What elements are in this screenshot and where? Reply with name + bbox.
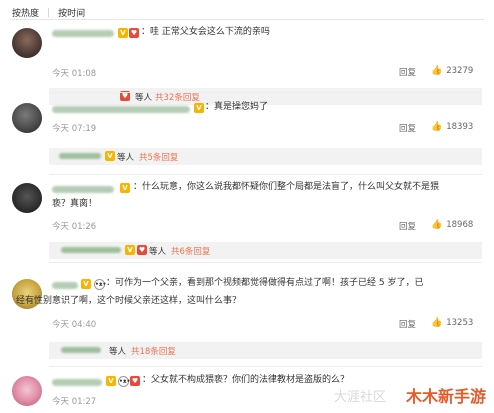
comment-divider: [49, 262, 482, 263]
reply-summary: V ♥ 等人 共6条回复: [49, 242, 482, 259]
reply-summary-etc: 等人: [149, 247, 167, 257]
watermark-logo: 木木新手游: [405, 387, 486, 406]
reply-button[interactable]: 回复: [399, 318, 416, 330]
comment-time: 今天 01:27: [52, 397, 97, 407]
like-count: 13253: [446, 318, 474, 328]
reply-button[interactable]: 回复: [399, 66, 416, 78]
tab-sort-by-time[interactable]: 按时间: [58, 6, 85, 19]
emoji-badge-icon: •ᴥ•: [118, 376, 131, 387]
vip-badge-icon: V: [120, 183, 130, 193]
reply-summary-etc: 等人: [117, 153, 135, 163]
level-badge-icon: ♥: [130, 376, 140, 386]
level-badge-icon: ♥: [129, 28, 139, 38]
comment-text-line1: ：可作为一个父亲，看到那个视频都觉得做得有点过了啊！孩子已经 5 岁了，已: [106, 278, 424, 288]
emoji-badge-icon: •ᴥ•: [94, 279, 107, 290]
username-blurred[interactable]: [52, 106, 190, 113]
comment-time: 今天 07:19: [52, 124, 97, 134]
reply-button[interactable]: 回复: [399, 122, 416, 134]
comment-divider: [49, 174, 482, 175]
thumbs-up-icon: 👍: [431, 220, 443, 230]
username-blurred[interactable]: [52, 30, 114, 37]
avatar[interactable]: [12, 103, 42, 133]
like-count: 18968: [446, 220, 474, 230]
comment-text: ：真是操您妈了: [205, 102, 269, 112]
comment-time: 今天 04:40: [52, 320, 97, 330]
vip-badge-icon: V: [105, 151, 115, 161]
thumbs-up-icon: 👍: [431, 66, 443, 76]
reply-summary-etc: 等人: [109, 347, 127, 357]
comment-text-line2: 亵？真脔！: [52, 199, 98, 209]
like-count: 23279: [446, 66, 474, 76]
tab-divider: |: [47, 7, 51, 18]
comment-time: 今天 01:26: [52, 222, 97, 232]
vip-badge-icon: V: [194, 103, 204, 113]
username-blurred[interactable]: [52, 282, 78, 289]
comment-4: V •ᴥ• ：可作为一个父亲，看到那个视频都觉得做得有点过了啊！孩子已经 5 岁…: [0, 265, 494, 360]
comment-text-line1: ：什么玩意，你这么说我都怀疑你们整个局都是法盲了，什么叫父女就不是猥: [133, 182, 440, 192]
vip-badge-icon: V: [106, 376, 116, 386]
username-blurred[interactable]: [52, 379, 102, 386]
like-button[interactable]: 👍 18393: [431, 122, 473, 132]
avatar[interactable]: [12, 28, 42, 58]
thumbs-up-icon: 👍: [431, 122, 443, 132]
comment-2: V ：真是操您妈了 今天 07:19 回复 👍 18393 V 等人 共5条回复: [0, 96, 494, 171]
header-divider: [10, 19, 484, 20]
comment-divider: [49, 92, 482, 93]
thumbs-up-icon: 👍: [431, 318, 443, 328]
avatar[interactable]: [12, 183, 42, 213]
avatar[interactable]: [12, 376, 42, 406]
like-button[interactable]: 👍 13253: [431, 318, 473, 328]
vip-badge-icon: V: [118, 28, 128, 38]
sort-tabs: 按热度 | 按时间: [12, 6, 85, 20]
tab-sort-by-hot[interactable]: 按热度: [12, 6, 39, 19]
watermark-faint: 大涯社区: [333, 390, 386, 405]
level-badge-icon: ♥: [137, 245, 147, 255]
replier-name-blurred[interactable]: [59, 153, 101, 159]
replier-name-blurred[interactable]: [61, 347, 101, 353]
username-blurred[interactable]: [52, 186, 114, 193]
comment-text: ：父女就不构成猥亵？你们的法律教材是盗版的么？: [142, 375, 350, 385]
like-button[interactable]: 👍 18968: [431, 220, 473, 230]
vip-badge-icon: V: [125, 245, 135, 255]
like-button[interactable]: 👍 23279: [431, 66, 473, 76]
comment-3: V ：什么玩意，你这么说我都怀疑你们整个局都是法盲了，什么叫父女就不是猥 亵？真…: [0, 177, 494, 259]
reply-summary: 等人 共18条回复: [49, 342, 482, 359]
reply-summary: V 等人 共5条回复: [49, 148, 482, 165]
vip-badge-icon: V: [81, 279, 91, 289]
like-count: 18393: [446, 122, 474, 132]
comment-time: 今天 01:08: [52, 69, 97, 79]
view-replies-link[interactable]: 共18条回复: [131, 345, 176, 357]
reply-button[interactable]: 回复: [399, 220, 416, 232]
comment-text: ：哇 正常父女会这么下流的亲吗: [141, 27, 270, 37]
view-replies-link[interactable]: 共5条回复: [139, 151, 178, 163]
comment-divider: [49, 366, 482, 367]
replier-name-blurred[interactable]: [61, 247, 121, 253]
comment-text-line2: 经有性别意识了啊，这个时候父亲还这样，这叫什么事？: [16, 296, 242, 306]
view-replies-link[interactable]: 共6条回复: [171, 245, 210, 257]
